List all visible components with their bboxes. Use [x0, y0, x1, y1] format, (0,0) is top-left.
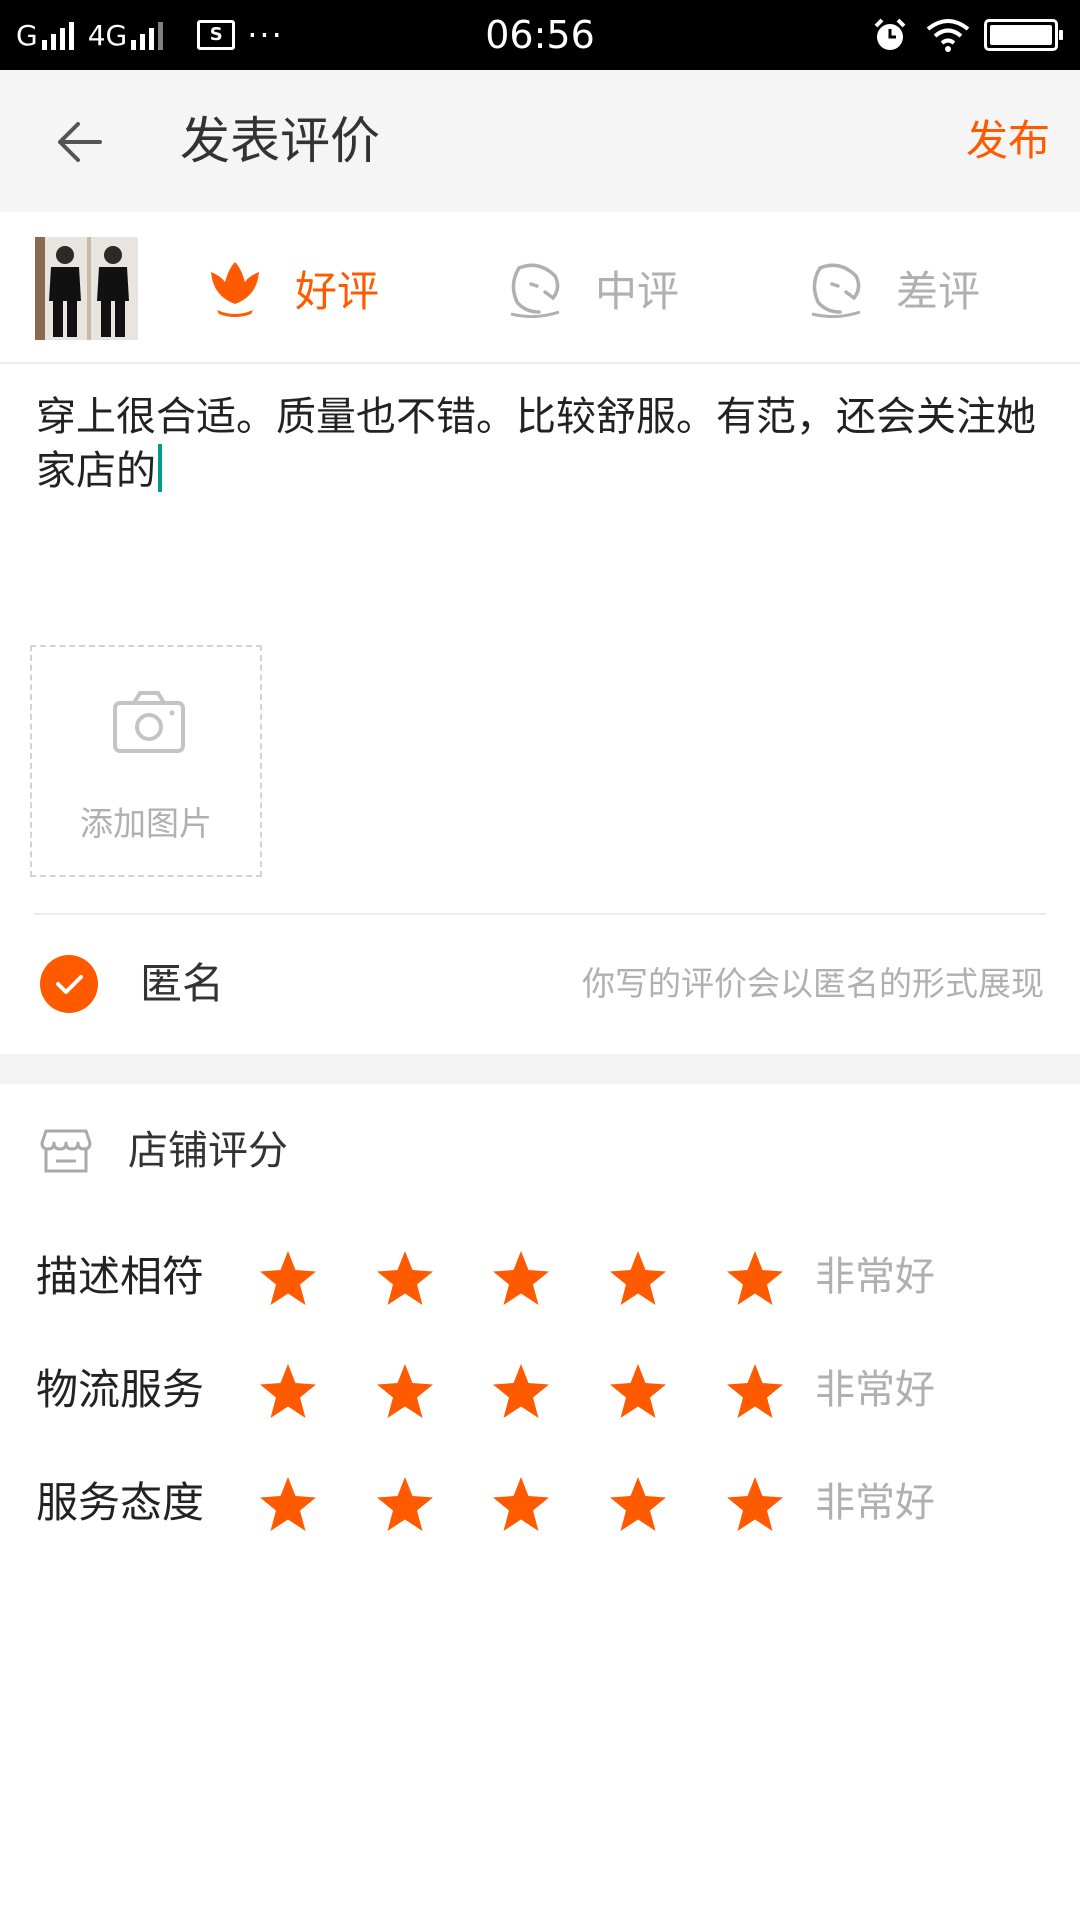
- review-text: 穿上很合适。质量也不错。比较舒服。有范，还会关注她家店的: [36, 394, 1036, 494]
- score-label: 物流服务: [36, 1365, 205, 1414]
- back-arrow-icon[interactable]: [52, 114, 108, 170]
- rating-option-label: 中评: [595, 266, 680, 316]
- anonymous-label: 匿名: [140, 959, 225, 1008]
- score-row-description: 描述相符 非常好: [0, 1242, 1080, 1312]
- star-icon[interactable]: [375, 1248, 435, 1308]
- rating-option-label: 差评: [896, 266, 981, 316]
- shop-score-title: 店铺评分: [128, 1128, 288, 1174]
- anonymous-hint: 你写的评价会以匿名的形式展现: [582, 964, 1044, 1003]
- top-bar: 发表评价 发布: [0, 70, 1080, 212]
- score-value: 非常好: [815, 1254, 935, 1300]
- star-icon[interactable]: [375, 1474, 435, 1534]
- status-right: [872, 0, 1063, 70]
- star-icon[interactable]: [258, 1474, 318, 1534]
- score-value: 非常好: [815, 1480, 935, 1526]
- shop-icon: [40, 1129, 92, 1173]
- camera-icon: [113, 691, 185, 753]
- publish-button[interactable]: 发布: [966, 70, 1050, 212]
- section-separator: [0, 1054, 1080, 1084]
- star-icon[interactable]: [608, 1361, 668, 1421]
- battery-icon: [984, 19, 1063, 51]
- star-icon[interactable]: [491, 1248, 551, 1308]
- wifi-icon: [926, 19, 970, 52]
- divider: [34, 913, 1046, 915]
- alarm-icon: [874, 18, 906, 50]
- rating-option-good[interactable]: 好评: [205, 212, 379, 364]
- score-row-service: 服务态度 非常好: [0, 1468, 1080, 1538]
- star-icon[interactable]: [608, 1248, 668, 1308]
- flower-icon: [211, 262, 259, 317]
- face-sad-icon: [811, 263, 861, 318]
- add-image-label: 添加图片: [80, 804, 212, 843]
- rating-option-bad[interactable]: 差评: [806, 212, 980, 364]
- star-icon[interactable]: [608, 1474, 668, 1534]
- text-cursor: [158, 444, 162, 492]
- star-icon[interactable]: [375, 1361, 435, 1421]
- star-icon[interactable]: [491, 1474, 551, 1534]
- score-value: 非常好: [815, 1367, 935, 1413]
- star-icon[interactable]: [258, 1361, 318, 1421]
- status-bar: G 4G S ··· 06:56: [0, 0, 1080, 70]
- score-row-logistics: 物流服务 非常好: [0, 1355, 1080, 1425]
- review-textarea[interactable]: 穿上很合适。质量也不错。比较舒服。有范，还会关注她家店的: [36, 390, 1046, 498]
- product-thumbnail: [35, 237, 138, 340]
- anonymous-checkbox[interactable]: [40, 955, 98, 1013]
- rating-selector: 好评 中评 差评: [0, 212, 1080, 364]
- rating-option-neutral[interactable]: 中评: [505, 212, 679, 364]
- checkmark-icon: [56, 975, 83, 994]
- star-icon[interactable]: [725, 1248, 785, 1308]
- product-image: [35, 237, 138, 340]
- star-icon[interactable]: [258, 1248, 318, 1308]
- score-label: 服务态度: [36, 1478, 205, 1527]
- star-icon[interactable]: [491, 1361, 551, 1421]
- face-neutral-icon: [510, 263, 560, 318]
- page-title: 发表评价: [180, 112, 380, 170]
- add-image-button[interactable]: 添加图片: [30, 645, 262, 877]
- star-icon[interactable]: [725, 1474, 785, 1534]
- star-icon[interactable]: [725, 1361, 785, 1421]
- rating-option-label: 好评: [295, 266, 380, 316]
- score-label: 描述相符: [36, 1252, 205, 1301]
